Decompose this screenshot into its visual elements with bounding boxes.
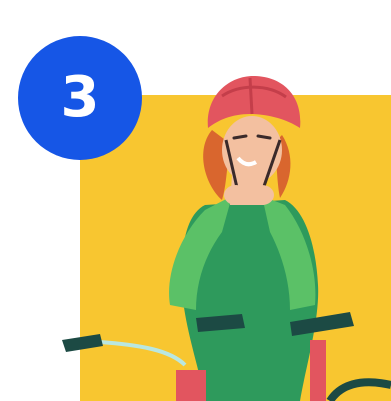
bike-wheel	[326, 378, 391, 401]
bike-frame-right	[310, 340, 326, 401]
helmet-vent	[248, 77, 254, 115]
right-hand	[250, 185, 274, 205]
step-number: 3	[60, 65, 100, 130]
bike-cable	[99, 340, 187, 367]
left-hand	[224, 185, 248, 205]
eye-right	[256, 134, 272, 140]
eye-left	[232, 134, 248, 140]
step-number-badge: 3	[18, 36, 142, 160]
handlebar-left	[62, 334, 103, 352]
step-illustration-card: 3	[0, 0, 391, 401]
bike-frame-left	[176, 370, 206, 401]
face	[222, 116, 282, 184]
